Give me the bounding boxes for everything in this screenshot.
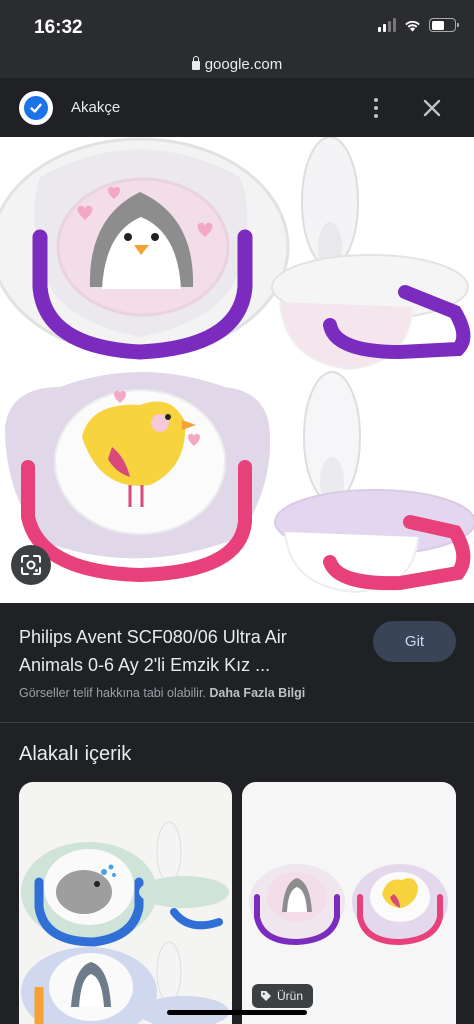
url-domain: google.com (204, 55, 283, 73)
badge-label: Ürün (277, 989, 304, 1003)
product-image[interactable] (0, 137, 474, 603)
pacifier-side-purple-image (271, 137, 471, 371)
copyright-notice: Görseller telif hakkına tabi olabilir. D… (19, 686, 305, 700)
pacifier-penguin-image (0, 137, 290, 360)
status-bar: 16:32 (0, 0, 474, 50)
close-icon[interactable] (420, 96, 444, 120)
lock-icon (191, 56, 200, 70)
tag-icon (261, 991, 271, 1001)
google-lens-icon[interactable] (11, 545, 51, 585)
status-icons (378, 18, 459, 32)
wifi-icon (405, 20, 420, 31)
url-bar[interactable]: google.com (0, 50, 474, 78)
site-name[interactable]: Akakçe (71, 99, 120, 116)
pacifier-side-pink-image (274, 371, 474, 594)
more-vert-icon[interactable] (366, 96, 386, 120)
signal-icon (378, 18, 396, 32)
home-indicator[interactable] (167, 1010, 307, 1015)
verified-check-icon (19, 90, 53, 125)
product-badge: Ürün (252, 984, 314, 1008)
related-heading: Alakalı içerik (19, 743, 132, 765)
related-card[interactable] (19, 782, 232, 1024)
pacifier-chick-image (5, 372, 271, 583)
battery-icon (429, 18, 459, 32)
result-header: Akakçe (0, 78, 474, 137)
copyright-text: Görseller telif hakkına tabi olabilir. (19, 686, 206, 700)
section-divider (0, 722, 474, 723)
product-title[interactable]: Philips Avent SCF080/06 Ultra Air Animal… (19, 623, 349, 679)
go-button[interactable]: Git (373, 621, 456, 662)
more-info-link[interactable]: Daha Fazla Bilgi (209, 686, 305, 700)
status-time: 16:32 (34, 17, 83, 38)
